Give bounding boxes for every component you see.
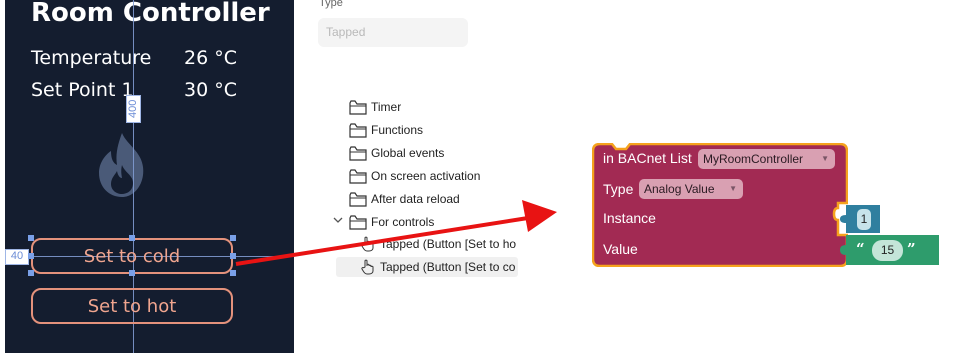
setpoint-value: 30 °C <box>184 79 237 101</box>
type-field-label: Type <box>319 0 343 9</box>
set-to-cold-button[interactable]: Set to cold <box>31 238 233 274</box>
preview-title: Room Controller <box>31 0 270 28</box>
value-text-field[interactable]: 15 <box>872 240 903 261</box>
folder-icon <box>349 122 367 138</box>
height-dimension-badge: 400 <box>126 95 141 123</box>
width-dimension-badge: 40 <box>5 249 29 265</box>
type-field-input[interactable]: Tapped <box>318 18 468 47</box>
resize-handle[interactable] <box>129 270 135 276</box>
resize-handle[interactable] <box>28 270 34 276</box>
hand-pointer-icon <box>361 236 374 252</box>
setpoint-label: Set Point 1 <box>31 79 134 101</box>
tree-item-label: Timer <box>371 100 402 114</box>
instance-value-field[interactable]: 1 <box>857 209 871 230</box>
type-dropdown-value: Analog Value <box>644 182 715 196</box>
close-quote-icon: ” <box>907 240 916 258</box>
resize-handle[interactable] <box>230 235 236 241</box>
block-value-label: Value <box>603 241 638 257</box>
folder-icon <box>349 168 367 184</box>
tree-item-label: On screen activation <box>371 169 481 183</box>
type-dropdown[interactable]: Analog Value ▼ <box>639 179 743 199</box>
folder-icon <box>349 214 367 230</box>
tree-item-functions[interactable]: Functions <box>349 121 423 139</box>
tree-item-timer[interactable]: Timer <box>349 98 401 116</box>
tree-item-label: After data reload <box>371 192 460 206</box>
folder-icon <box>349 99 367 115</box>
tree-item-label: Tapped (Button [Set to co <box>380 260 516 274</box>
dropdown-arrow-icon: ▼ <box>821 154 829 163</box>
tree-item-tapped-set-to-cold[interactable]: Tapped (Button [Set to co <box>361 258 519 276</box>
set-to-cold-label: Set to cold <box>83 245 181 267</box>
resize-handle[interactable] <box>28 253 34 259</box>
block-type-label: Type <box>603 181 634 197</box>
folder-icon <box>349 145 367 161</box>
resize-handle[interactable] <box>230 270 236 276</box>
tree-item-after-data-reload[interactable]: After data reload <box>349 190 460 208</box>
tree-item-for-controls[interactable]: For controls <box>349 213 434 231</box>
resize-handle[interactable] <box>129 235 135 241</box>
device-preview: Room Controller Temperature 26 °C Set Po… <box>5 0 294 353</box>
open-quote-icon: “ <box>856 240 865 258</box>
set-to-hot-label: Set to hot <box>87 295 177 317</box>
tree-item-on-screen-activation[interactable]: On screen activation <box>349 167 480 185</box>
block-instance-label: Instance <box>603 210 656 226</box>
resize-handle[interactable] <box>28 235 34 241</box>
chevron-down-icon[interactable] <box>333 215 343 225</box>
temperature-value: 26 °C <box>184 47 237 69</box>
tree-item-global-events[interactable]: Global events <box>349 144 444 162</box>
flame-icon <box>99 133 144 197</box>
resize-handle[interactable] <box>230 253 236 259</box>
tree-item-label: For controls <box>371 215 435 229</box>
block-header-label: in BACnet List <box>603 150 692 166</box>
tree-item-label: Tapped (Button [Set to ho <box>380 237 517 251</box>
dropdown-arrow-icon: ▼ <box>729 184 737 193</box>
folder-icon <box>349 191 367 207</box>
hand-pointer-icon <box>361 259 374 275</box>
list-name-dropdown[interactable]: MyRoomController ▼ <box>698 149 835 169</box>
tree-item-label: Global events <box>371 146 445 160</box>
tree-item-label: Functions <box>371 123 424 137</box>
set-to-hot-button[interactable]: Set to hot <box>31 288 233 324</box>
list-name-value: MyRoomController <box>703 152 804 166</box>
tree-item-tapped-set-to-hot[interactable]: Tapped (Button [Set to ho <box>361 235 519 253</box>
